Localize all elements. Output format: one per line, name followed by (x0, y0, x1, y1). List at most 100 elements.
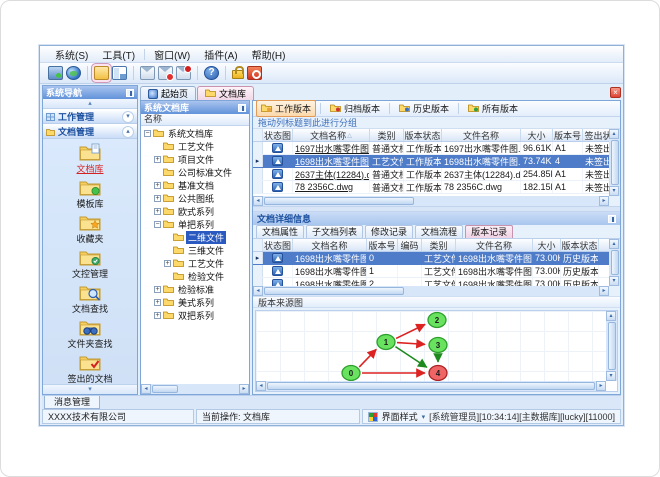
layout-icon[interactable] (112, 66, 127, 80)
tree-item-检验文件[interactable]: 检验文件 (141, 270, 249, 283)
interface-style-icon[interactable] (367, 411, 378, 422)
v-scrollbar[interactable] (609, 129, 620, 196)
scroll-left-icon[interactable] (256, 381, 266, 391)
interface-style-label[interactable]: 界面样式 (382, 410, 418, 423)
chevron-up-icon[interactable] (122, 125, 134, 138)
column-header-签出状态[interactable]: 签出状态 (583, 129, 609, 141)
sidebar-item-收藏夹[interactable]: 收藏夹 (76, 213, 104, 245)
help-icon[interactable] (204, 66, 219, 80)
expand-icon[interactable]: + (154, 312, 161, 319)
sidebar-group-document[interactable]: 文档管理 (43, 124, 137, 139)
pin-icon[interactable] (238, 103, 246, 112)
button-历史版本[interactable]: 历史版本 (394, 100, 454, 117)
power-icon[interactable] (247, 66, 262, 80)
tree-item-项目文件[interactable]: + 项目文件 (141, 153, 249, 166)
tab-起始页[interactable]: 起始页 (140, 86, 197, 100)
h-scrollbar[interactable] (256, 381, 606, 391)
tree-item-公共图纸[interactable]: + 公共图纸 (141, 192, 249, 205)
scroll-right-icon[interactable] (599, 196, 609, 206)
globe-icon[interactable] (66, 66, 81, 80)
expand-icon[interactable]: + (154, 286, 161, 293)
sidebar-item-文件夹查找[interactable]: 文件夹查找 (67, 318, 113, 350)
tree-item-单把系列[interactable]: − 单把系列 (141, 218, 249, 231)
scroll-right-icon[interactable] (599, 286, 609, 296)
column-header-大小[interactable]: 大小 (521, 129, 553, 141)
expand-icon[interactable]: + (154, 208, 161, 215)
folder-open-icon[interactable] (94, 66, 109, 80)
lock-icon[interactable] (232, 66, 244, 79)
pin-icon[interactable] (608, 214, 616, 223)
expand-icon[interactable]: + (154, 299, 161, 306)
scroll-up-icon[interactable] (606, 311, 616, 321)
tree-item-基准文档[interactable]: + 基准文档 (141, 179, 249, 192)
sidebar-item-签出的文档[interactable]: 签出的文档 (67, 353, 113, 384)
tree-item-系统文档库[interactable]: − 系统文档库 (141, 127, 249, 140)
message-tab[interactable]: 消息管理 (44, 396, 101, 409)
v-scrollbar[interactable] (606, 311, 617, 381)
tree-item-三维文件[interactable]: 三维文件 (141, 244, 249, 257)
column-header-版本号[interactable]: 版本号 (367, 239, 398, 251)
tab-文档属性[interactable]: 文档属性 (256, 225, 305, 238)
menu-item[interactable]: 插件(A) (197, 46, 244, 63)
table-row[interactable]: 1698出水嘴零件图.dwg2工艺文件1698出水嘴零件图.dwg73.00KB… (253, 278, 609, 286)
table-row[interactable]: 1697出水嘴零件图.dwg普通文档工作版本1697出水嘴零件图.dwg96.6… (253, 142, 609, 155)
column-header-文件名称[interactable]: 文件名称 (456, 239, 533, 251)
menu-item[interactable]: 系统(S) (48, 46, 95, 63)
sidebar-group-work[interactable]: 工作管理 (43, 109, 137, 124)
tree-item-双把系列[interactable]: + 双把系列 (141, 309, 249, 322)
menu-item[interactable]: 窗口(W) (147, 46, 197, 63)
scroll-up-strip[interactable]: ▴ (43, 99, 137, 109)
tab-版本记录[interactable]: 版本记录 (465, 225, 514, 238)
expand-icon[interactable]: + (154, 156, 161, 163)
column-header-大小[interactable]: 大小 (533, 239, 561, 251)
expand-icon[interactable]: + (154, 195, 161, 202)
scrollbar-thumb[interactable] (610, 140, 619, 185)
scroll-down-icon[interactable] (609, 186, 619, 196)
scroll-down-icon[interactable] (609, 276, 619, 286)
sidebar-item-文控管理[interactable]: 文控管理 (72, 248, 108, 280)
scroll-right-icon[interactable] (596, 381, 606, 391)
tree-column-header[interactable]: 名称 (141, 114, 249, 126)
column-header-版本状态[interactable]: 版本状态 (404, 129, 442, 141)
column-header-编码[interactable]: 编码 (398, 239, 422, 251)
column-header-类别[interactable]: 类别 (370, 129, 404, 141)
sidebar-item-文档查找[interactable]: 文档查找 (72, 283, 108, 315)
v-scrollbar[interactable] (609, 239, 620, 286)
tab-修改记录[interactable]: 修改记录 (365, 225, 414, 238)
scrollbar-thumb[interactable] (607, 322, 616, 370)
sidebar-item-模板库[interactable]: 模板库 (76, 178, 104, 210)
scrollbar-thumb[interactable] (267, 382, 595, 390)
scroll-left-icon[interactable] (253, 196, 263, 206)
column-header-状态图[interactable]: 状态图 (263, 239, 293, 251)
scroll-left-icon[interactable] (253, 286, 263, 296)
scrollbar-thumb[interactable] (610, 250, 619, 275)
h-scrollbar[interactable] (253, 196, 609, 206)
scrollbar-thumb[interactable] (264, 287, 404, 295)
scrollbar-thumb[interactable] (152, 385, 178, 393)
tab-文档库[interactable]: 文档库 (197, 86, 255, 100)
tree-item-工艺文件[interactable]: 工艺文件 (141, 140, 249, 153)
scroll-down-strip[interactable]: ▾ (43, 384, 137, 394)
collapse-icon[interactable]: − (144, 130, 151, 137)
tree-item-欧式系列[interactable]: + 欧式系列 (141, 205, 249, 218)
close-tab-button[interactable] (610, 87, 621, 98)
column-header-文档名称[interactable]: 文档名称 △ (293, 129, 370, 141)
h-scrollbar[interactable] (253, 286, 609, 296)
table-row[interactable]: 1698出水嘴零件图.dwg1工艺文件1698出水嘴零件图.dwg73.00KB… (253, 265, 609, 278)
sidebar-item-文档库[interactable]: 文档库 (76, 143, 104, 175)
column-header-类别[interactable]: 类别 (422, 239, 456, 251)
chevron-down-icon[interactable] (122, 110, 134, 123)
scroll-up-icon[interactable] (609, 129, 619, 139)
scroll-up-icon[interactable] (609, 239, 619, 249)
scroll-right-icon[interactable] (239, 384, 249, 394)
table-row[interactable]: ▸1698出水嘴零件图.dwg0工艺文件1698出水嘴零件图.dwg73.00K… (253, 252, 609, 265)
column-header-状态图[interactable]: 状态图 (263, 129, 293, 141)
tree-item-美式系列[interactable]: + 美式系列 (141, 296, 249, 309)
monitor-icon[interactable] (48, 66, 63, 80)
scrollbar-thumb[interactable] (264, 197, 414, 205)
tree-item-公司标准文件[interactable]: 公司标准文件 (141, 166, 249, 179)
tab-子文档列表[interactable]: 子文档列表 (306, 225, 364, 238)
column-header-版本状态[interactable]: 版本状态 (561, 239, 599, 251)
tree-item-工艺文件[interactable]: + 工艺文件 (141, 257, 249, 270)
button-所有版本[interactable]: 所有版本 (463, 100, 523, 117)
